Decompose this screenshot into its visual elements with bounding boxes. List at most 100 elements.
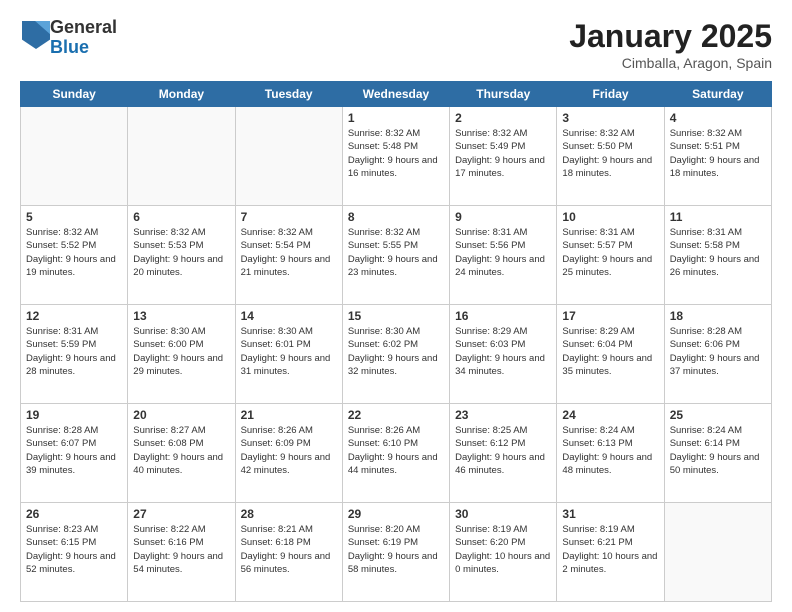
day-number: 3 <box>562 111 658 125</box>
calendar-cell: 25 Sunrise: 8:24 AM Sunset: 6:14 PM Dayli… <box>664 404 771 503</box>
day-number: 9 <box>455 210 551 224</box>
day-number: 28 <box>241 507 337 521</box>
calendar-cell: 11Sunrise: 8:31 AM Sunset: 5:58 PM Dayli… <box>664 206 771 305</box>
calendar-cell: 21Sunrise: 8:26 AM Sunset: 6:09 PM Dayli… <box>235 404 342 503</box>
day-number: 19 <box>26 408 122 422</box>
day-info: Sunrise: 8:32 AM Sunset: 5:50 PM Dayligh… <box>562 127 658 180</box>
calendar-week-row: 5 Sunrise: 8:32 AM Sunset: 5:52 PM Daylig… <box>21 206 772 305</box>
day-info: Sunrise: 8:21 AM Sunset: 6:18 PM Dayligh… <box>241 523 337 576</box>
day-info: Sunrise: 8:26 AM Sunset: 6:10 PM Dayligh… <box>348 424 444 477</box>
location: Cimballa, Aragon, Spain <box>569 55 772 71</box>
day-number: 24 <box>562 408 658 422</box>
day-info: Sunrise: 8:27 AM Sunset: 6:08 PM Dayligh… <box>133 424 229 477</box>
calendar-cell: 17 Sunrise: 8:29 AM Sunset: 6:04 PM Dayli… <box>557 305 664 404</box>
day-info: Sunrise: 8:30 AM Sunset: 6:00 PM Dayligh… <box>133 325 229 378</box>
calendar-cell: 18 Sunrise: 8:28 AM Sunset: 6:06 PM Dayli… <box>664 305 771 404</box>
day-header-monday: Monday <box>128 82 235 107</box>
day-info: Sunrise: 8:25 AM Sunset: 6:12 PM Dayligh… <box>455 424 551 477</box>
day-number: 15 <box>348 309 444 323</box>
day-number: 26 <box>26 507 122 521</box>
calendar-cell: 8Sunrise: 8:32 AM Sunset: 5:55 PM Daylig… <box>342 206 449 305</box>
day-header-wednesday: Wednesday <box>342 82 449 107</box>
day-info: Sunrise: 8:29 AM Sunset: 6:03 PM Dayligh… <box>455 325 551 378</box>
calendar-cell: 9 Sunrise: 8:31 AM Sunset: 5:56 PM Daylig… <box>450 206 557 305</box>
day-number: 14 <box>241 309 337 323</box>
day-info: Sunrise: 8:32 AM Sunset: 5:55 PM Dayligh… <box>348 226 444 279</box>
calendar-cell: 15 Sunrise: 8:30 AM Sunset: 6:02 PM Dayli… <box>342 305 449 404</box>
calendar-cell: 2 Sunrise: 8:32 AM Sunset: 5:49 PM Daylig… <box>450 107 557 206</box>
calendar-cell: 24 Sunrise: 8:24 AM Sunset: 6:13 PM Dayli… <box>557 404 664 503</box>
calendar-cell: 10 Sunrise: 8:31 AM Sunset: 5:57 PM Dayli… <box>557 206 664 305</box>
calendar-cell: 6 Sunrise: 8:32 AM Sunset: 5:53 PM Daylig… <box>128 206 235 305</box>
day-number: 20 <box>133 408 229 422</box>
calendar-cell <box>235 107 342 206</box>
calendar-week-row: 1 Sunrise: 8:32 AM Sunset: 5:48 PM Daylig… <box>21 107 772 206</box>
calendar-cell: 1 Sunrise: 8:32 AM Sunset: 5:48 PM Daylig… <box>342 107 449 206</box>
day-info: Sunrise: 8:32 AM Sunset: 5:53 PM Dayligh… <box>133 226 229 279</box>
day-info: Sunrise: 8:30 AM Sunset: 6:02 PM Dayligh… <box>348 325 444 378</box>
calendar-cell: 5 Sunrise: 8:32 AM Sunset: 5:52 PM Daylig… <box>21 206 128 305</box>
calendar-cell: 13 Sunrise: 8:30 AM Sunset: 6:00 PM Dayli… <box>128 305 235 404</box>
day-number: 4 <box>670 111 766 125</box>
calendar-week-row: 12 Sunrise: 8:31 AM Sunset: 5:59 PM Dayli… <box>21 305 772 404</box>
day-info: Sunrise: 8:28 AM Sunset: 6:06 PM Dayligh… <box>670 325 766 378</box>
day-info: Sunrise: 8:32 AM Sunset: 5:49 PM Dayligh… <box>455 127 551 180</box>
day-info: Sunrise: 8:32 AM Sunset: 5:52 PM Dayligh… <box>26 226 122 279</box>
day-info: Sunrise: 8:23 AM Sunset: 6:15 PM Dayligh… <box>26 523 122 576</box>
day-number: 17 <box>562 309 658 323</box>
day-header-tuesday: Tuesday <box>235 82 342 107</box>
calendar-cell: 29Sunrise: 8:20 AM Sunset: 6:19 PM Dayli… <box>342 503 449 602</box>
day-info: Sunrise: 8:19 AM Sunset: 6:21 PM Dayligh… <box>562 523 658 576</box>
title-section: January 2025 Cimballa, Aragon, Spain <box>569 18 772 71</box>
day-number: 6 <box>133 210 229 224</box>
day-header-saturday: Saturday <box>664 82 771 107</box>
calendar-cell: 28 Sunrise: 8:21 AM Sunset: 6:18 PM Dayli… <box>235 503 342 602</box>
header: General Blue January 2025 Cimballa, Arag… <box>20 18 772 71</box>
calendar-cell: 7 Sunrise: 8:32 AM Sunset: 5:54 PM Daylig… <box>235 206 342 305</box>
day-info: Sunrise: 8:32 AM Sunset: 5:48 PM Dayligh… <box>348 127 444 180</box>
day-number: 5 <box>26 210 122 224</box>
calendar-cell <box>664 503 771 602</box>
day-info: Sunrise: 8:32 AM Sunset: 5:51 PM Dayligh… <box>670 127 766 180</box>
day-info: Sunrise: 8:19 AM Sunset: 6:20 PM Dayligh… <box>455 523 551 576</box>
day-info: Sunrise: 8:32 AM Sunset: 5:54 PM Dayligh… <box>241 226 337 279</box>
page: General Blue January 2025 Cimballa, Arag… <box>0 0 792 612</box>
day-info: Sunrise: 8:20 AM Sunset: 6:19 PM Dayligh… <box>348 523 444 576</box>
calendar-header-row: SundayMondayTuesdayWednesdayThursdayFrid… <box>21 82 772 107</box>
calendar-table: SundayMondayTuesdayWednesdayThursdayFrid… <box>20 81 772 602</box>
calendar-cell: 31 Sunrise: 8:19 AM Sunset: 6:21 PM Dayli… <box>557 503 664 602</box>
day-number: 1 <box>348 111 444 125</box>
day-number: 27 <box>133 507 229 521</box>
day-info: Sunrise: 8:30 AM Sunset: 6:01 PM Dayligh… <box>241 325 337 378</box>
calendar-cell: 22 Sunrise: 8:26 AM Sunset: 6:10 PM Dayli… <box>342 404 449 503</box>
day-info: Sunrise: 8:24 AM Sunset: 6:13 PM Dayligh… <box>562 424 658 477</box>
day-number: 18 <box>670 309 766 323</box>
day-info: Sunrise: 8:31 AM Sunset: 5:57 PM Dayligh… <box>562 226 658 279</box>
calendar-cell: 12 Sunrise: 8:31 AM Sunset: 5:59 PM Dayli… <box>21 305 128 404</box>
day-number: 13 <box>133 309 229 323</box>
day-number: 12 <box>26 309 122 323</box>
day-number: 2 <box>455 111 551 125</box>
calendar-cell: 26 Sunrise: 8:23 AM Sunset: 6:15 PM Dayli… <box>21 503 128 602</box>
day-number: 31 <box>562 507 658 521</box>
day-info: Sunrise: 8:24 AM Sunset: 6:14 PM Dayligh… <box>670 424 766 477</box>
day-number: 22 <box>348 408 444 422</box>
calendar-cell: 14 Sunrise: 8:30 AM Sunset: 6:01 PM Dayli… <box>235 305 342 404</box>
calendar-cell: 16Sunrise: 8:29 AM Sunset: 6:03 PM Dayli… <box>450 305 557 404</box>
calendar-cell: 3 Sunrise: 8:32 AM Sunset: 5:50 PM Daylig… <box>557 107 664 206</box>
calendar-cell <box>21 107 128 206</box>
day-info: Sunrise: 8:31 AM Sunset: 5:59 PM Dayligh… <box>26 325 122 378</box>
day-info: Sunrise: 8:29 AM Sunset: 6:04 PM Dayligh… <box>562 325 658 378</box>
logo: General Blue <box>20 18 117 58</box>
logo-general: General <box>50 18 117 38</box>
day-number: 30 <box>455 507 551 521</box>
day-info: Sunrise: 8:31 AM Sunset: 5:56 PM Dayligh… <box>455 226 551 279</box>
day-number: 25 <box>670 408 766 422</box>
day-number: 11 <box>670 210 766 224</box>
day-number: 10 <box>562 210 658 224</box>
logo-blue: Blue <box>50 38 117 58</box>
day-number: 7 <box>241 210 337 224</box>
calendar-week-row: 26 Sunrise: 8:23 AM Sunset: 6:15 PM Dayli… <box>21 503 772 602</box>
day-number: 23 <box>455 408 551 422</box>
day-header-friday: Friday <box>557 82 664 107</box>
